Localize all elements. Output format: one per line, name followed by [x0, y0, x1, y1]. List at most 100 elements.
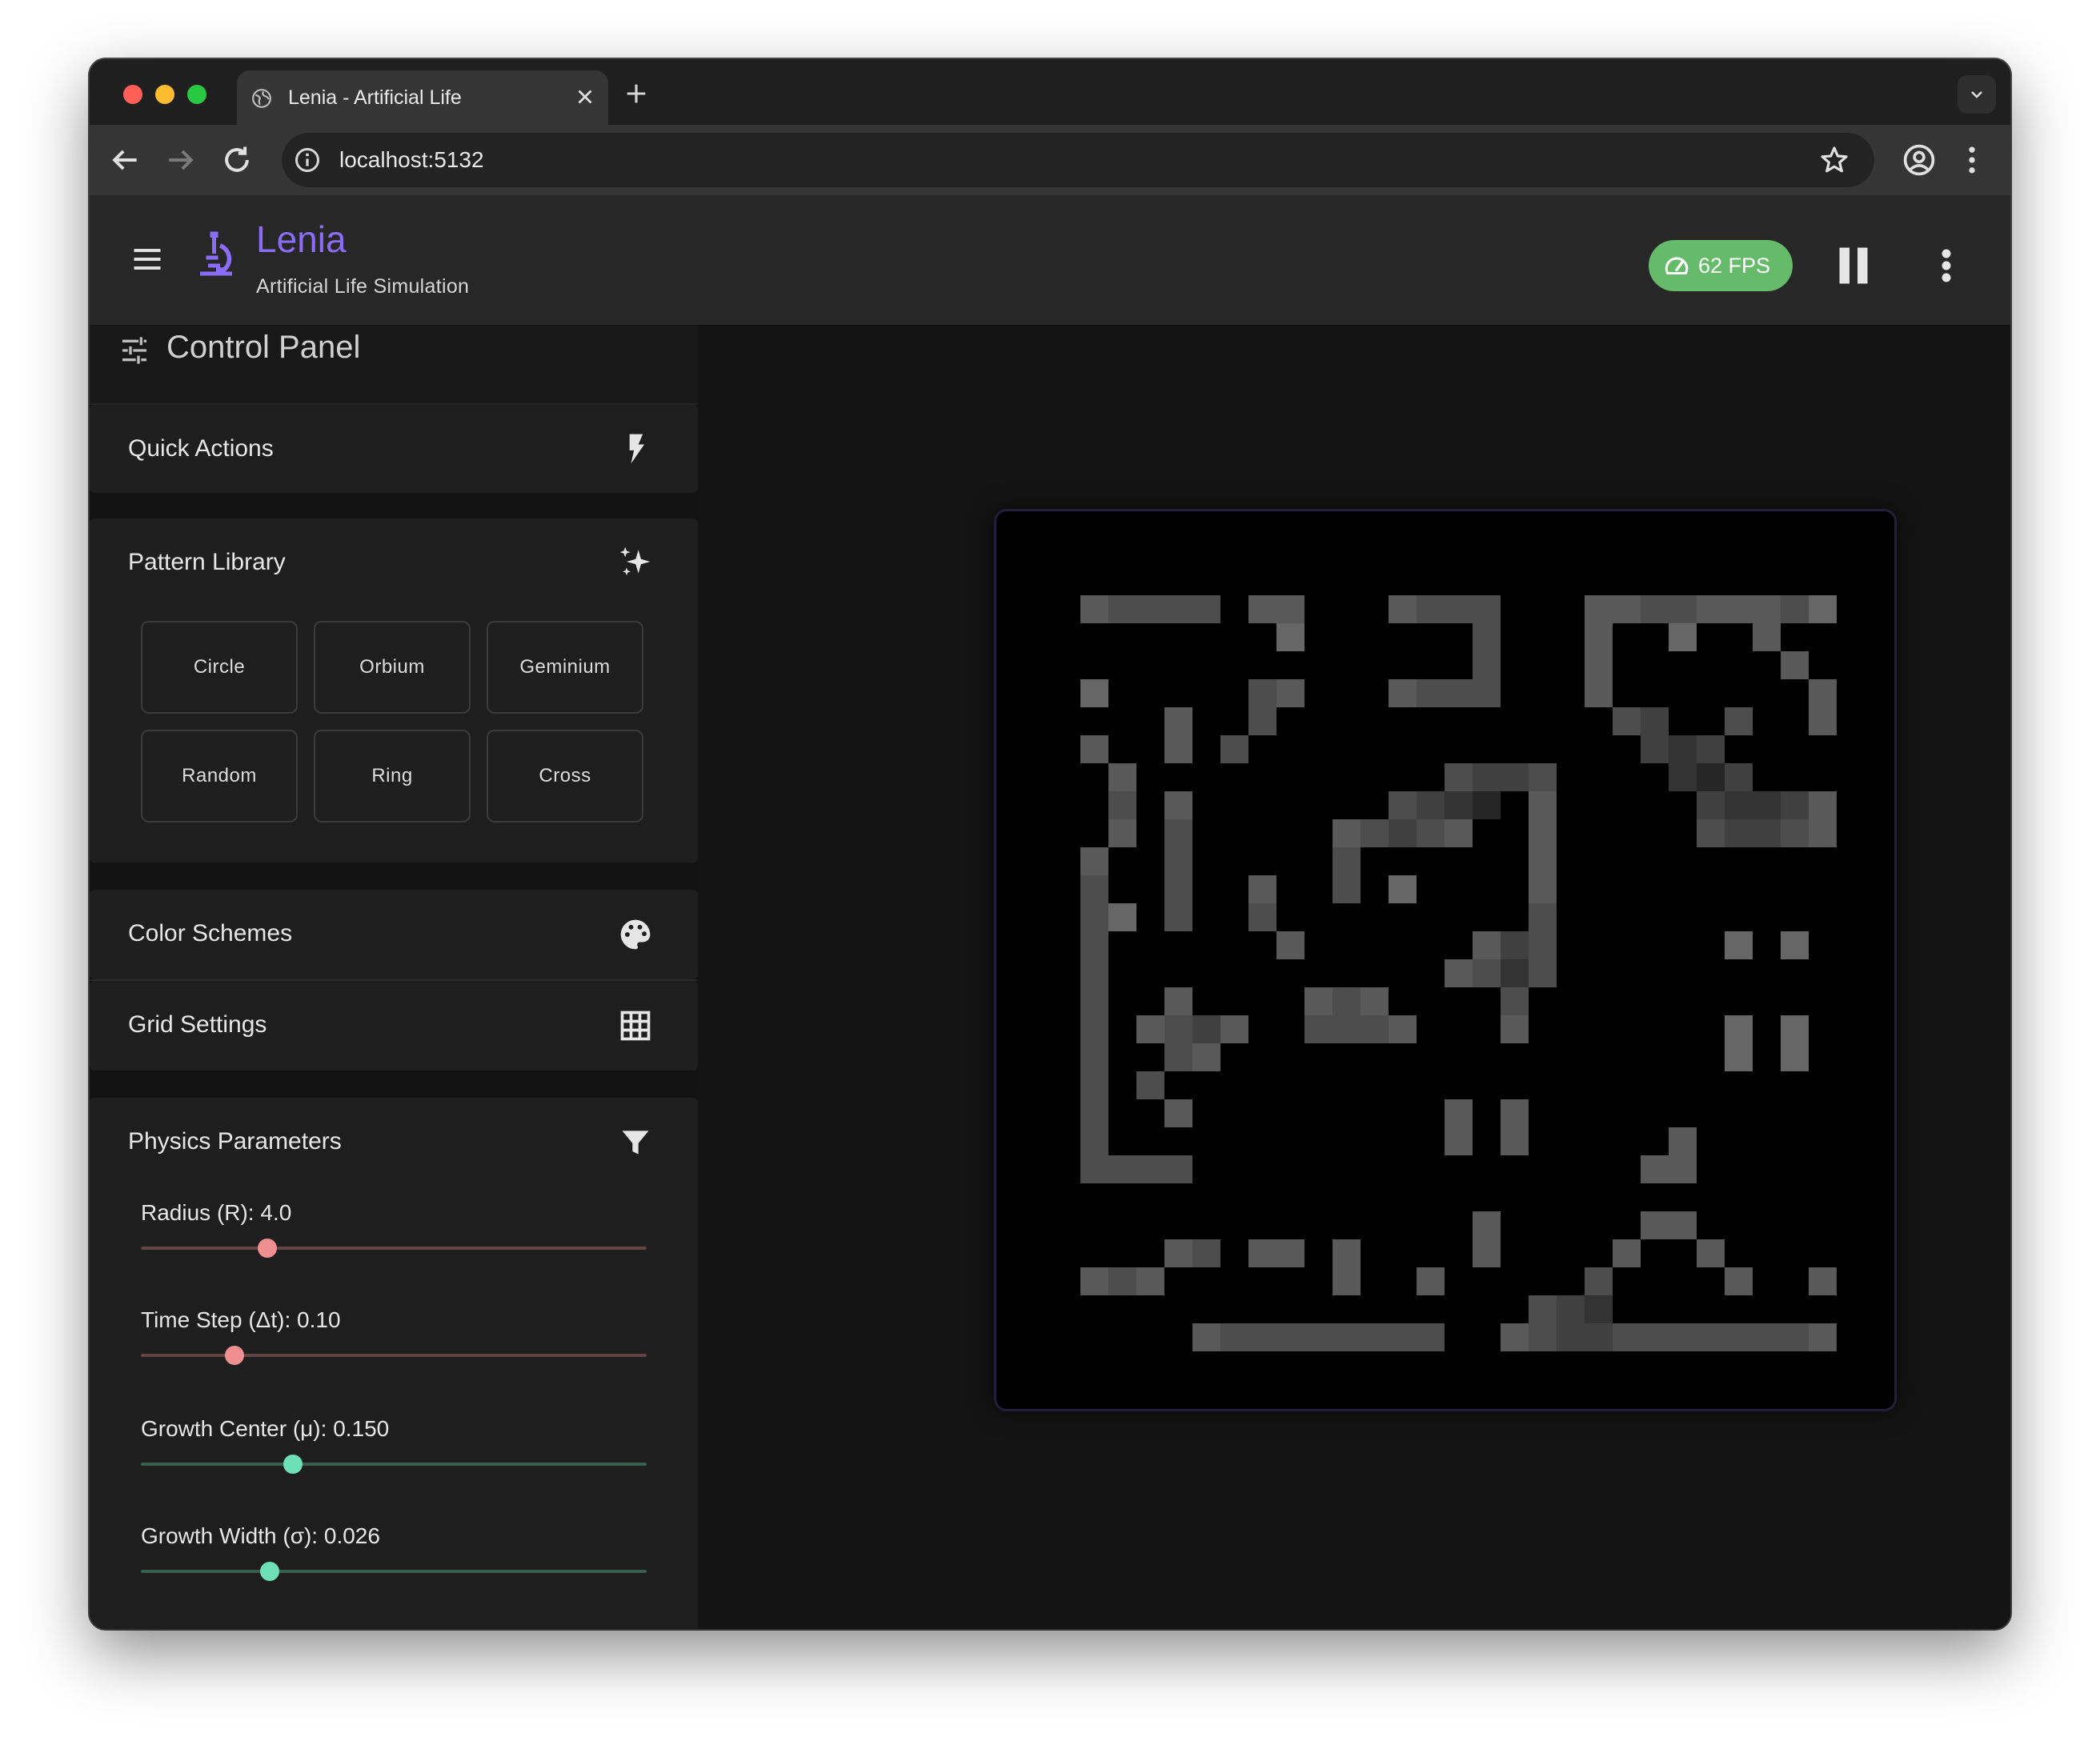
- microscope-icon: [200, 231, 232, 276]
- sim-cell: [1585, 1323, 1613, 1351]
- maximize-window-button[interactable]: [187, 85, 206, 104]
- growth-center-slider-thumb[interactable]: [283, 1455, 303, 1474]
- sim-cell: [1781, 651, 1809, 679]
- sim-cell: [1276, 1323, 1304, 1351]
- sim-cell: [1725, 707, 1753, 735]
- sim-cell: [1697, 595, 1725, 623]
- sim-cell: [1809, 1323, 1837, 1351]
- back-arrow-icon[interactable]: [107, 142, 142, 178]
- sim-cell: [1445, 1127, 1473, 1155]
- sim-cell: [1669, 1127, 1697, 1155]
- simulation-grid: [1080, 595, 1837, 1351]
- control-panel-header: Control Panel: [90, 325, 698, 405]
- radius-slider[interactable]: [141, 1239, 647, 1258]
- pattern-ring-button[interactable]: Ring: [314, 730, 471, 822]
- simulation-canvas[interactable]: [994, 509, 1897, 1411]
- sim-cell: [1585, 651, 1613, 679]
- sim-cell: [1641, 1323, 1669, 1351]
- sim-cell: [1333, 1323, 1361, 1351]
- more-vert-icon[interactable]: [1929, 242, 1964, 290]
- sim-cell: [1389, 1015, 1417, 1043]
- sim-cell: [1641, 707, 1669, 735]
- sim-cell: [1697, 763, 1725, 791]
- sim-cell: [1220, 735, 1248, 763]
- growth-width-slider[interactable]: [141, 1562, 647, 1581]
- sim-cell: [1080, 959, 1108, 987]
- sim-cell: [1164, 791, 1192, 819]
- sim-cell: [1501, 959, 1529, 987]
- growth-center-slider[interactable]: [141, 1455, 647, 1474]
- sim-cell: [1529, 819, 1557, 847]
- sim-cell: [1445, 595, 1473, 623]
- sim-cell: [1276, 595, 1304, 623]
- sim-cell: [1164, 1155, 1192, 1183]
- sim-cell: [1473, 679, 1501, 707]
- browser-menu-icon[interactable]: [1954, 142, 1990, 178]
- sim-cell: [1080, 1267, 1108, 1295]
- tab-title: Lenia - Artificial Life: [288, 86, 462, 109]
- time-step-slider-thumb[interactable]: [224, 1346, 244, 1365]
- growth-width-slider-thumb[interactable]: [260, 1562, 280, 1581]
- bookmark-star-icon[interactable]: [1818, 144, 1850, 176]
- sim-cell: [1669, 623, 1697, 651]
- sim-cell: [1473, 1239, 1501, 1267]
- sim-cell: [1080, 1155, 1108, 1183]
- control-panel: Control Panel Quick Actions Pattern Libr…: [90, 325, 698, 1629]
- pattern-geminium-button[interactable]: Geminium: [487, 621, 643, 714]
- pattern-cross-button[interactable]: Cross: [487, 730, 643, 822]
- sim-cell: [1192, 1015, 1220, 1043]
- new-tab-icon[interactable]: [623, 80, 650, 107]
- growth-width-label: Growth Width (σ): 0.026: [141, 1523, 380, 1548]
- pattern-circle-button[interactable]: Circle: [141, 621, 298, 714]
- site-info-icon[interactable]: [293, 146, 322, 174]
- forward-arrow-icon[interactable]: [163, 142, 198, 178]
- tab-search-button[interactable]: [1958, 75, 1996, 114]
- sim-cell: [1164, 1015, 1192, 1043]
- sim-cell: [1473, 1211, 1501, 1239]
- sim-cell: [1445, 819, 1473, 847]
- pattern-orbium-button[interactable]: Orbium: [314, 621, 471, 714]
- app-title: Lenia: [256, 218, 347, 260]
- quick-actions-title: Quick Actions: [128, 435, 274, 462]
- sim-cell: [1781, 1323, 1809, 1351]
- time-step-slider[interactable]: [141, 1346, 647, 1365]
- sim-cell: [1585, 623, 1613, 651]
- radius-slider-thumb[interactable]: [258, 1239, 277, 1258]
- sim-cell: [1108, 763, 1136, 791]
- sim-cell: [1669, 763, 1697, 791]
- browser-tab[interactable]: Lenia - Artificial Life: [237, 70, 608, 125]
- sim-cell: [1333, 847, 1361, 875]
- sim-cell: [1529, 1323, 1557, 1351]
- sim-cell: [1641, 1155, 1669, 1183]
- sim-cell: [1108, 791, 1136, 819]
- sim-cell: [1501, 1015, 1529, 1043]
- pause-icon[interactable]: [1829, 242, 1878, 290]
- sim-cell: [1164, 707, 1192, 735]
- color-schemes-section[interactable]: Color Schemes: [90, 890, 698, 979]
- close-window-button[interactable]: [123, 85, 142, 104]
- quick-actions-section[interactable]: Quick Actions: [90, 405, 698, 493]
- profile-icon[interactable]: [1902, 142, 1937, 178]
- reload-icon[interactable]: [219, 142, 254, 178]
- sim-cell: [1164, 819, 1192, 847]
- grid-settings-section[interactable]: Grid Settings: [90, 981, 698, 1071]
- pattern-random-button[interactable]: Random: [141, 730, 298, 822]
- sim-cell: [1753, 791, 1781, 819]
- sim-cell: [1276, 623, 1304, 651]
- sim-cell: [1557, 1323, 1585, 1351]
- sim-cell: [1080, 735, 1108, 763]
- sim-cell: [1304, 987, 1333, 1015]
- tab-close-icon[interactable]: [573, 85, 597, 109]
- chevron-down-icon: [1971, 91, 1982, 98]
- hamburger-menu-icon[interactable]: [130, 242, 165, 277]
- sim-cell: [1080, 1015, 1108, 1043]
- sim-cell: [1809, 707, 1837, 735]
- sim-cell: [1753, 1323, 1781, 1351]
- sim-cell: [1248, 875, 1276, 903]
- sim-cell: [1108, 903, 1136, 931]
- address-bar[interactable]: localhost:5132: [282, 133, 1874, 187]
- sim-cell: [1529, 791, 1557, 819]
- sim-cell: [1080, 987, 1108, 1015]
- minimize-window-button[interactable]: [155, 85, 174, 104]
- sim-cell: [1501, 1099, 1529, 1127]
